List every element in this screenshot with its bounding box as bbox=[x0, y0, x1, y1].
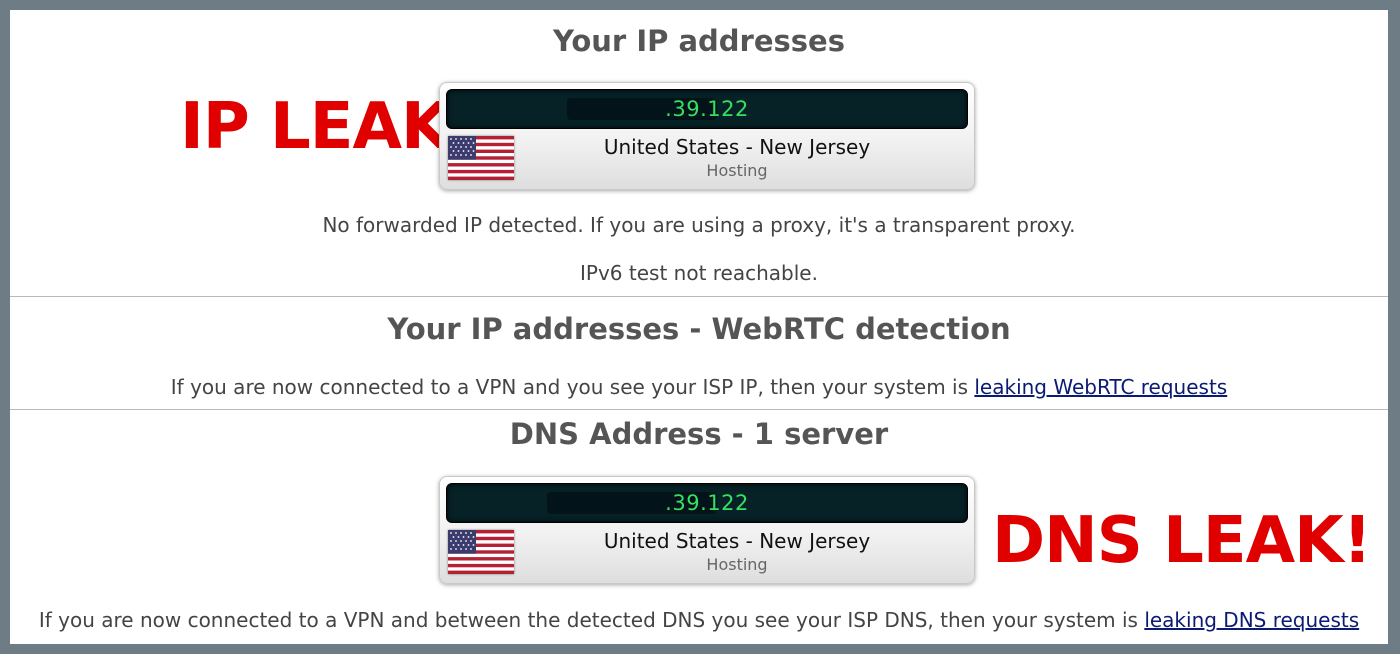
webrtc-leak-link[interactable]: leaking WebRTC requests bbox=[974, 375, 1227, 399]
ipv6-note: IPv6 test not reachable. bbox=[580, 261, 818, 285]
ip-location: United States - New Jersey bbox=[603, 135, 871, 159]
page-frame: Your IP addresses IP LEAK! .39.122 Unite… bbox=[10, 10, 1388, 644]
ip-display-bar: .39.122 bbox=[446, 89, 968, 129]
dns-leak-link[interactable]: leaking DNS requests bbox=[1144, 608, 1359, 632]
ip-leak-label: IP LEAK! bbox=[180, 90, 479, 164]
ip-address-card: .39.122 United States - New Jersey Hosti… bbox=[439, 82, 975, 190]
dns-note: If you are now connected to a VPN and be… bbox=[10, 608, 1388, 632]
dns-ip-value: .39.122 bbox=[665, 491, 749, 515]
webrtc-note-text: If you are now connected to a VPN and yo… bbox=[170, 375, 975, 399]
section-divider bbox=[10, 296, 1388, 297]
dns-address-card: .39.122 United States - New Jersey Hosti… bbox=[439, 476, 975, 584]
dns-isp-type: Hosting bbox=[706, 555, 768, 574]
ip-section-title: Your IP addresses bbox=[553, 24, 845, 58]
ip-value: .39.122 bbox=[665, 97, 749, 121]
dns-note-text: If you are now connected to a VPN and be… bbox=[38, 608, 1145, 632]
section-divider bbox=[10, 409, 1388, 410]
dns-location: United States - New Jersey bbox=[603, 529, 871, 553]
dns-section-title: DNS Address - 1 server bbox=[509, 417, 889, 451]
webrtc-note: If you are now connected to a VPN and yo… bbox=[10, 375, 1388, 399]
dns-display-bar: .39.122 bbox=[446, 483, 968, 523]
dns-leak-label: DNS LEAK! bbox=[992, 504, 1372, 578]
forwarded-ip-note: No forwarded IP detected. If you are usi… bbox=[322, 213, 1076, 237]
webrtc-section-title: Your IP addresses - WebRTC detection bbox=[387, 312, 1011, 346]
ip-isp-type: Hosting bbox=[706, 161, 768, 180]
